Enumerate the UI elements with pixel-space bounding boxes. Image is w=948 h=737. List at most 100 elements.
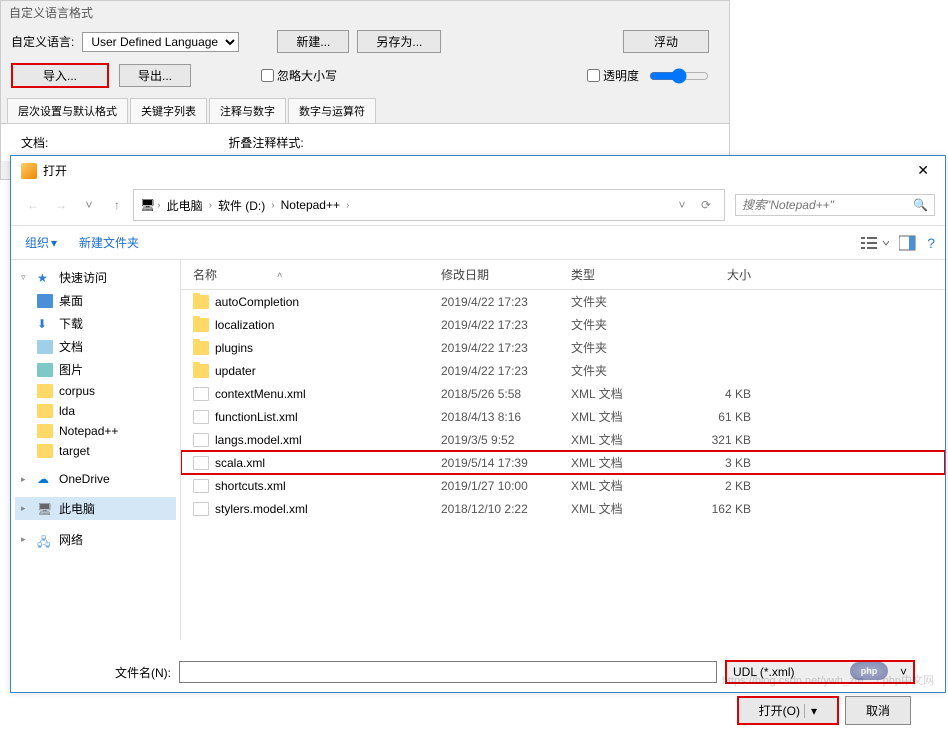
dialog-footer: 文件名(N): UDL (*.xml) ˅ 打开(O)▾ 取消	[11, 640, 945, 737]
panel-fold-label: 折叠注释样式:	[228, 134, 303, 151]
folder-icon	[193, 318, 209, 332]
xml-icon	[193, 410, 209, 424]
file-name: plugins	[215, 341, 253, 355]
desktop-icon	[37, 294, 53, 308]
file-row[interactable]: shortcuts.xml 2019/1/27 10:00 XML 文档 2 K…	[181, 474, 945, 497]
file-name: functionList.xml	[215, 410, 298, 424]
help-button[interactable]: ?	[927, 235, 935, 251]
sidebar-desktop[interactable]: 桌面	[15, 289, 176, 312]
organize-button[interactable]: 组织 ▾	[21, 232, 61, 253]
folder-icon	[37, 424, 53, 438]
file-name: localization	[215, 318, 274, 332]
up-button[interactable]: ↑	[105, 193, 129, 217]
xml-icon	[193, 456, 209, 470]
file-list-header: 名称˄ 修改日期 类型 大小	[181, 260, 945, 290]
file-size: 61 KB	[681, 410, 761, 424]
file-row[interactable]: localization 2019/4/22 17:23 文件夹	[181, 313, 945, 336]
sidebar-documents[interactable]: 文档	[15, 335, 176, 358]
refresh-button[interactable]: ⟳	[694, 193, 718, 217]
file-type: XML 文档	[571, 385, 681, 402]
import-button[interactable]: 导入...	[11, 63, 109, 88]
chevron-right-icon: ›	[209, 200, 212, 211]
sidebar-network[interactable]: ▸🖧网络	[15, 528, 176, 551]
file-size: 321 KB	[681, 433, 761, 447]
transparency-slider[interactable]	[649, 68, 709, 84]
file-name: scala.xml	[215, 456, 265, 470]
file-date: 2019/4/22 17:23	[441, 364, 571, 378]
file-size: 2 KB	[681, 479, 761, 493]
dialog-icon	[21, 163, 37, 179]
tab-keywords[interactable]: 关键字列表	[130, 98, 207, 123]
sidebar: ▿★快速访问 桌面 ⬇下载 文档 图片 corpus lda Notepad++…	[11, 260, 181, 640]
file-type: XML 文档	[571, 408, 681, 425]
sidebar-lda[interactable]: lda	[15, 401, 176, 421]
col-size[interactable]: 大小	[681, 266, 761, 283]
folder-icon	[37, 444, 53, 458]
bc-dropdown[interactable]: ˅	[670, 193, 694, 217]
chevron-right-icon: ›	[157, 200, 160, 211]
file-row[interactable]: contextMenu.xml 2018/5/26 5:58 XML 文档 4 …	[181, 382, 945, 405]
file-row[interactable]: langs.model.xml 2019/3/5 9:52 XML 文档 321…	[181, 428, 945, 451]
sidebar-target[interactable]: target	[15, 441, 176, 461]
folder-icon	[193, 364, 209, 378]
sidebar-quick-access[interactable]: ▿★快速访问	[15, 266, 176, 289]
sidebar-onedrive[interactable]: ▸☁OneDrive	[15, 469, 176, 489]
file-type: 文件夹	[571, 293, 681, 310]
button-row: 打开(O)▾ 取消	[111, 696, 915, 725]
sidebar-downloads[interactable]: ⬇下载	[15, 312, 176, 335]
new-folder-button[interactable]: 新建文件夹	[75, 232, 143, 253]
watermark: https://blog.csdn.net/ywh_zte... · php中文…	[722, 672, 934, 688]
file-type: XML 文档	[571, 477, 681, 494]
file-list: 名称˄ 修改日期 类型 大小 autoCompletion 2019/4/22 …	[181, 260, 945, 640]
close-button[interactable]: ✕	[911, 162, 935, 179]
col-type[interactable]: 类型	[571, 266, 681, 283]
lang-select[interactable]: User Defined Language	[82, 32, 239, 52]
col-date[interactable]: 修改日期	[441, 266, 571, 283]
xml-icon	[193, 502, 209, 516]
search-icon[interactable]: 🔍	[913, 198, 928, 212]
xml-icon	[193, 479, 209, 493]
open-button[interactable]: 打开(O)▾	[737, 696, 839, 725]
file-row[interactable]: stylers.model.xml 2018/12/10 2:22 XML 文档…	[181, 497, 945, 520]
file-row[interactable]: updater 2019/4/22 17:23 文件夹	[181, 359, 945, 382]
tab-operators[interactable]: 数字与运算符	[288, 98, 376, 123]
xml-icon	[193, 433, 209, 447]
bc-folder[interactable]: Notepad++	[277, 197, 344, 213]
cancel-button[interactable]: 取消	[845, 696, 911, 725]
export-button[interactable]: 导出...	[119, 64, 191, 87]
sidebar-notepadpp[interactable]: Notepad++	[15, 421, 176, 441]
filename-input[interactable]	[179, 661, 717, 683]
ignore-case-checkbox[interactable]: 忽略大小写	[261, 67, 337, 84]
cloud-icon: ☁	[37, 472, 53, 486]
file-date: 2019/4/22 17:23	[441, 318, 571, 332]
folder-icon	[37, 404, 53, 418]
bc-thispc[interactable]: 此电脑	[163, 196, 207, 215]
file-row[interactable]: autoCompletion 2019/4/22 17:23 文件夹	[181, 290, 945, 313]
float-button[interactable]: 浮动	[623, 30, 709, 53]
file-row[interactable]: plugins 2019/4/22 17:23 文件夹	[181, 336, 945, 359]
nav-bar: ← → ˅ ↑ 🖥 › 此电脑 › 软件 (D:) › Notepad++ › …	[11, 185, 945, 226]
sidebar-pictures[interactable]: 图片	[15, 358, 176, 381]
saveas-button[interactable]: 另存为...	[357, 30, 441, 53]
back-button[interactable]: ←	[21, 193, 45, 217]
sidebar-this-pc[interactable]: ▸🖥此电脑	[15, 497, 176, 520]
search-box[interactable]: 🔍	[735, 194, 935, 216]
file-name: contextMenu.xml	[215, 387, 306, 401]
breadcrumb[interactable]: 🖥 › 此电脑 › 软件 (D:) › Notepad++ › ˅ ⟳	[133, 189, 725, 221]
search-input[interactable]	[742, 198, 913, 212]
file-date: 2019/4/22 17:23	[441, 341, 571, 355]
tab-comments[interactable]: 注释与数字	[209, 98, 286, 123]
chevron-down-icon: ▾	[51, 236, 57, 250]
col-name[interactable]: 名称˄	[181, 266, 441, 283]
tab-layer[interactable]: 层次设置与默认格式	[7, 98, 128, 123]
file-row[interactable]: scala.xml 2019/5/14 17:39 XML 文档 3 KB	[181, 451, 945, 474]
recent-dropdown[interactable]: ˅	[77, 193, 101, 217]
preview-button[interactable]	[899, 235, 917, 251]
bc-drive[interactable]: 软件 (D:)	[214, 196, 269, 215]
view-button[interactable]	[861, 235, 889, 251]
forward-button[interactable]: →	[49, 193, 73, 217]
transparency-checkbox[interactable]: 透明度	[587, 67, 639, 84]
new-button[interactable]: 新建...	[277, 30, 349, 53]
sidebar-corpus[interactable]: corpus	[15, 381, 176, 401]
file-row[interactable]: functionList.xml 2018/4/13 8:16 XML 文档 6…	[181, 405, 945, 428]
